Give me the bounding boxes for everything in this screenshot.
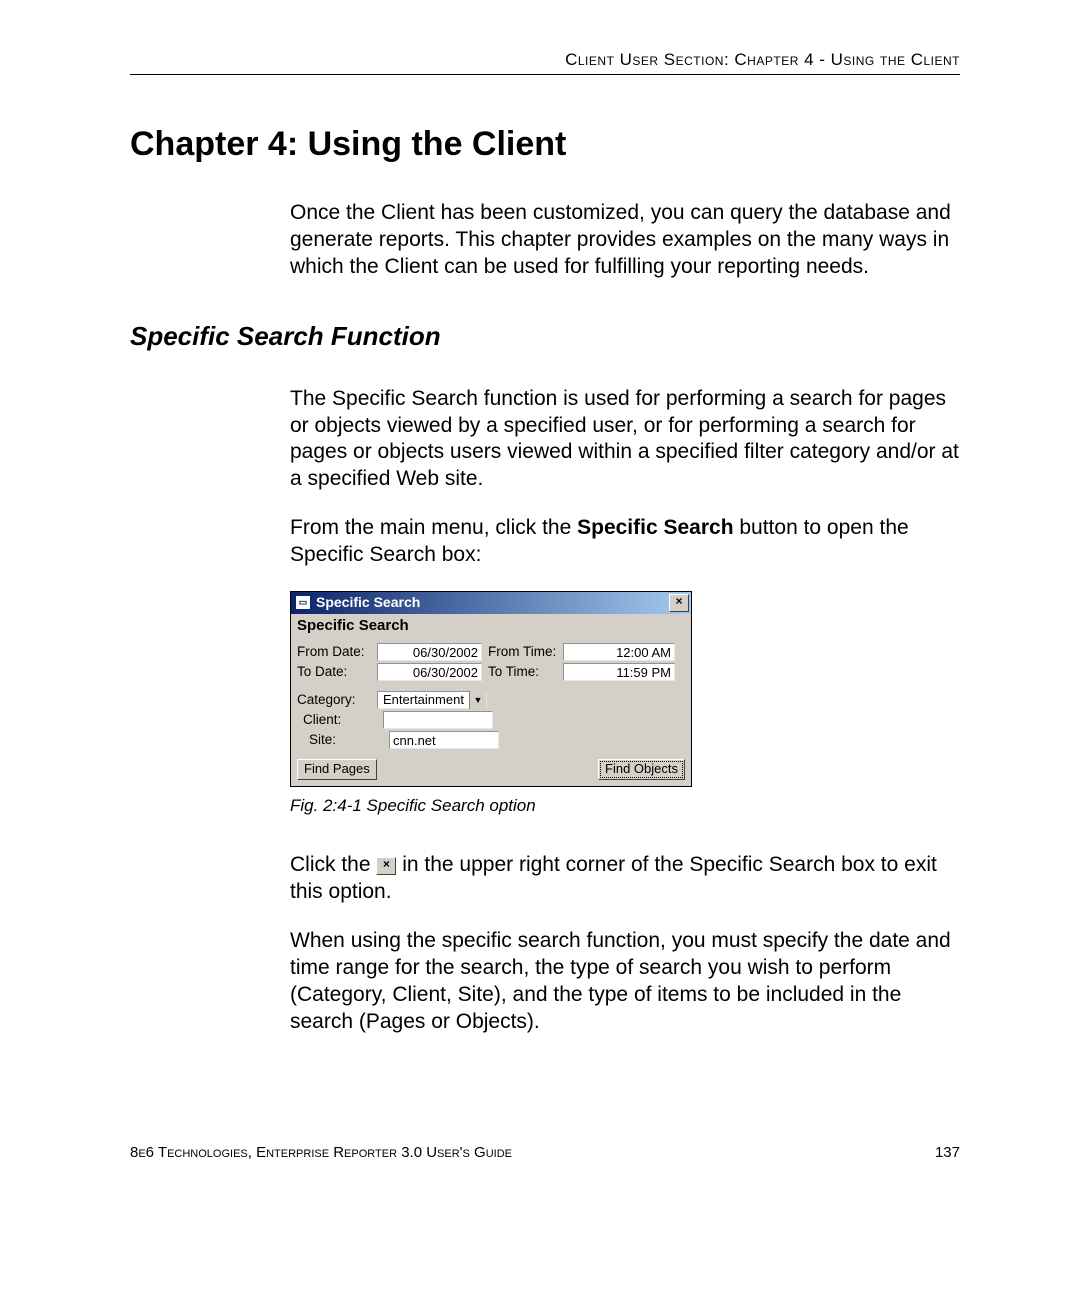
find-objects-button[interactable]: Find Objects bbox=[598, 759, 685, 780]
p2-part-a: From the main menu, click the bbox=[290, 516, 577, 539]
dialog-subtitle: Specific Search bbox=[297, 616, 685, 635]
section-paragraph-4: When using the specific search function,… bbox=[290, 928, 960, 1036]
to-date-field[interactable]: 06/30/2002 bbox=[377, 663, 482, 681]
intro-paragraph: Once the Client has been customized, you… bbox=[290, 200, 960, 281]
client-field[interactable] bbox=[383, 711, 493, 729]
running-header: Client User Section: Chapter 4 - Using t… bbox=[130, 50, 960, 75]
specific-search-dialog: ▭ Specific Search × Specific Search From… bbox=[290, 591, 692, 787]
from-time-label: From Time: bbox=[482, 643, 563, 660]
footer-left: 8e6 Technologies, Enterprise Reporter 3.… bbox=[130, 1144, 512, 1161]
dialog-app-icon: ▭ bbox=[295, 595, 311, 610]
client-label: Client: bbox=[297, 711, 383, 728]
to-date-label: To Date: bbox=[297, 663, 377, 680]
section-paragraph-3: Click the × in the upper right corner of… bbox=[290, 852, 960, 906]
p2-bold: Specific Search bbox=[577, 516, 733, 539]
page-number: 137 bbox=[935, 1144, 960, 1161]
find-pages-button[interactable]: Find Pages bbox=[297, 759, 377, 780]
close-icon[interactable]: × bbox=[669, 594, 689, 612]
figure-caption: Fig. 2:4-1 Specific Search option bbox=[290, 795, 960, 817]
page-footer: 8e6 Technologies, Enterprise Reporter 3.… bbox=[130, 1144, 960, 1161]
site-label: Site: bbox=[297, 731, 389, 748]
category-select[interactable]: Entertainment ▼ bbox=[377, 691, 487, 709]
chapter-title: Chapter 4: Using the Client bbox=[130, 125, 960, 164]
dialog-title: Specific Search bbox=[316, 594, 669, 612]
from-date-field[interactable]: 06/30/2002 bbox=[377, 643, 482, 661]
to-time-label: To Time: bbox=[482, 663, 563, 680]
section-heading: Specific Search Function bbox=[130, 321, 960, 352]
p3-part-a: Click the bbox=[290, 853, 376, 876]
site-field[interactable]: cnn.net bbox=[389, 731, 499, 749]
category-label: Category: bbox=[297, 691, 377, 708]
section-paragraph-2: From the main menu, click the Specific S… bbox=[290, 515, 960, 569]
to-time-field[interactable]: 11:59 PM bbox=[563, 663, 675, 681]
chevron-down-icon[interactable]: ▼ bbox=[469, 691, 486, 709]
from-date-label: From Date: bbox=[297, 643, 377, 660]
dialog-titlebar: ▭ Specific Search × bbox=[291, 592, 691, 614]
inline-close-icon: × bbox=[376, 857, 396, 875]
category-value: Entertainment bbox=[381, 691, 469, 709]
section-paragraph-1: The Specific Search function is used for… bbox=[290, 386, 960, 494]
from-time-field[interactable]: 12:00 AM bbox=[563, 643, 675, 661]
